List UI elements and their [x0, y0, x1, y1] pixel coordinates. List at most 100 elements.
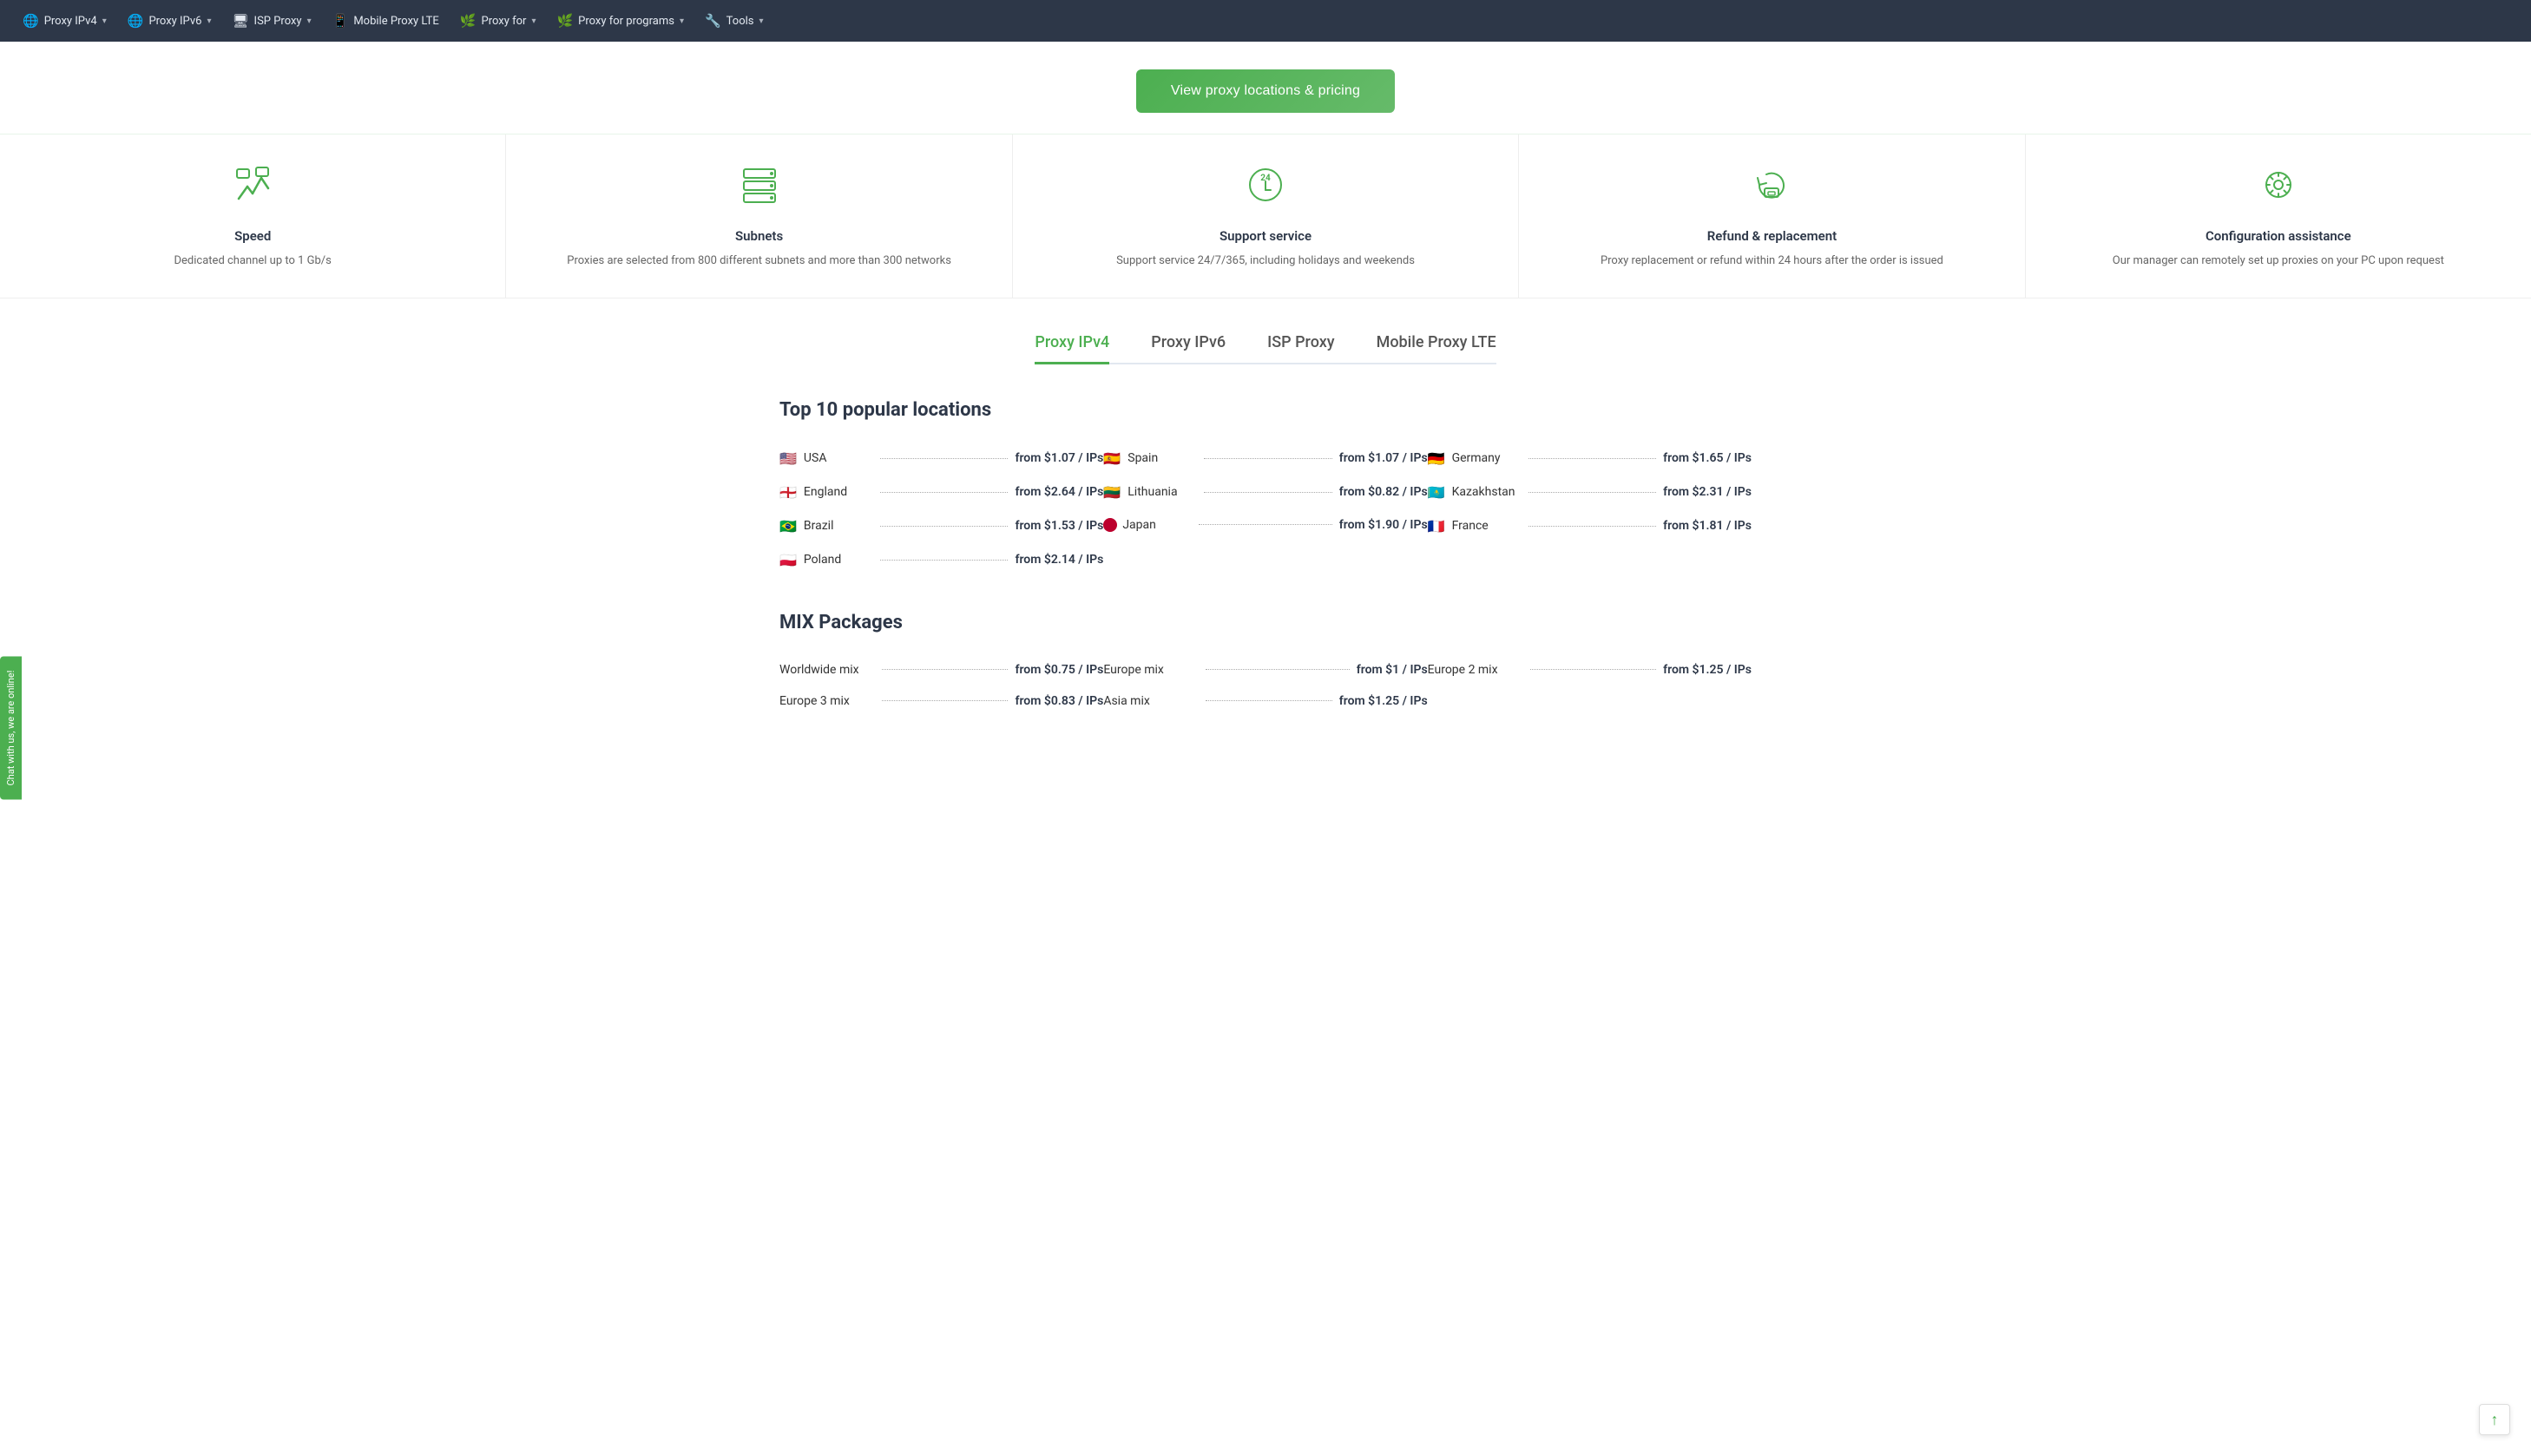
location-name: France	[1452, 519, 1522, 533]
list-item[interactable]: 🇩🇪 Germany from $1.65 / IPs	[1428, 442, 1752, 475]
mix-name: Europe 2 mix	[1428, 663, 1523, 677]
location-dots	[1528, 492, 1657, 493]
locations-col-3: 🇩🇪 Germany from $1.65 / IPs 🇰🇿 Kazakhsta…	[1428, 442, 1752, 577]
location-price: from $1.07 / IPs	[1339, 451, 1428, 465]
main-content: Top 10 popular locations 🇺🇸 USA from $1.…	[745, 399, 1786, 717]
config-icon	[2047, 162, 2510, 218]
list-item[interactable]: 🏴󠁧󠁢󠁥󠁮󠁧󠁿 England from $2.64 / IPs	[779, 475, 1103, 509]
location-name: Kazakhstan	[1452, 485, 1522, 499]
list-item[interactable]: 🇰🇿 Kazakhstan from $2.31 / IPs	[1428, 475, 1752, 509]
feature-refund-desc: Proxy replacement or refund within 24 ho…	[1540, 253, 2003, 270]
locations-col-1: 🇺🇸 USA from $1.07 / IPs 🏴󠁧󠁢󠁥󠁮󠁧󠁿 England …	[779, 442, 1103, 577]
flag-germany: 🇩🇪	[1428, 450, 1445, 467]
feature-support: 24 Support service Support service 24/7/…	[1013, 134, 1519, 298]
feature-speed-desc: Dedicated channel up to 1 Gb/s	[21, 253, 484, 270]
nav-isp-proxy[interactable]: 🖥 ISP Proxy ▾	[224, 8, 320, 34]
proxy-tabs: Proxy IPv4 Proxy IPv6 ISP Proxy Mobile P…	[1035, 333, 1496, 364]
location-name: USA	[804, 451, 873, 465]
feature-support-desc: Support service 24/7/365, including holi…	[1034, 253, 1497, 270]
flag-kazakhstan: 🇰🇿	[1428, 484, 1445, 501]
list-item[interactable]: 🇵🇱 Poland from $2.14 / IPs	[779, 543, 1103, 577]
tab-ipv6[interactable]: Proxy IPv6	[1151, 333, 1226, 364]
nav-mobile-proxy[interactable]: 📱 Mobile Proxy LTE	[324, 8, 448, 34]
tab-isp[interactable]: ISP Proxy	[1267, 333, 1334, 364]
location-dots	[1204, 492, 1332, 493]
refund-icon	[1540, 162, 2003, 218]
location-dots	[880, 492, 1009, 493]
feature-refund: Refund & replacement Proxy replacement o…	[1519, 134, 2025, 298]
tab-ipv4[interactable]: Proxy IPv4	[1035, 333, 1109, 364]
flag-brazil: 🇧🇷	[779, 518, 797, 535]
scroll-top-icon: ↑	[2491, 1411, 2499, 1429]
location-price: from $1.90 / IPs	[1339, 518, 1428, 532]
nav-proxy-for[interactable]: 🌿 Proxy for ▾	[451, 8, 545, 34]
nav-proxy-for-label: Proxy for	[482, 15, 527, 28]
chevron-down-icon: ▾	[680, 16, 684, 26]
nav-proxy-ipv4[interactable]: 🌐 Proxy IPv4 ▾	[14, 8, 115, 34]
list-item[interactable]: 🇱🇹 Lithuania from $0.82 / IPs	[1103, 475, 1427, 509]
mix-name: Europe mix	[1103, 663, 1199, 677]
location-name: Spain	[1127, 451, 1197, 465]
mix-dots	[1206, 669, 1349, 670]
mix-price: from $1.25 / IPs	[1339, 694, 1428, 708]
location-price: from $2.31 / IPs	[1663, 485, 1752, 499]
nav-proxy-ipv6-label: Proxy IPv6	[148, 15, 201, 28]
location-name: Japan	[1122, 518, 1192, 532]
proxy-for-icon: 🌿	[460, 13, 477, 29]
location-dots	[880, 560, 1009, 561]
nav-proxy-for-programs-label: Proxy for programs	[578, 15, 674, 28]
flag-japan	[1103, 518, 1117, 532]
chevron-down-icon: ▾	[307, 16, 312, 26]
list-item[interactable]: Europe mix from $1 / IPs	[1103, 654, 1427, 685]
list-item[interactable]: 🇪🇸 Spain from $1.07 / IPs	[1103, 442, 1427, 475]
nav-tools[interactable]: 🔧 Tools ▾	[696, 8, 772, 34]
mix-col-1: Worldwide mix from $0.75 / IPs Europe 3 …	[779, 654, 1103, 717]
scroll-top-button[interactable]: ↑	[2479, 1404, 2510, 1435]
feature-config-desc: Our manager can remotely set up proxies …	[2047, 253, 2510, 270]
view-locations-button[interactable]: View proxy locations & pricing	[1136, 69, 1395, 113]
location-price: from $2.64 / IPs	[1015, 485, 1103, 499]
list-item[interactable]: 🇫🇷 France from $1.81 / IPs	[1428, 509, 1752, 543]
mix-price: from $1.25 / IPs	[1663, 663, 1752, 677]
list-item[interactable]: Worldwide mix from $0.75 / IPs	[779, 654, 1103, 685]
hero-section: View proxy locations & pricing	[0, 42, 2531, 134]
mix-dots	[1206, 700, 1331, 701]
flag-england: 🏴󠁧󠁢󠁥󠁮󠁧󠁿	[779, 484, 797, 501]
mix-name: Worldwide mix	[779, 663, 875, 677]
location-price: from $1.53 / IPs	[1015, 519, 1103, 533]
chat-widget[interactable]: Chat with us, we are online!	[0, 657, 22, 800]
mix-price: from $1 / IPs	[1357, 663, 1428, 677]
tab-mobile[interactable]: Mobile Proxy LTE	[1377, 333, 1496, 364]
list-item[interactable]: 🇧🇷 Brazil from $1.53 / IPs	[779, 509, 1103, 543]
support-icon: 24	[1034, 162, 1497, 218]
mix-col-3: Europe 2 mix from $1.25 / IPs	[1428, 654, 1752, 717]
list-item[interactable]: Asia mix from $1.25 / IPs	[1103, 685, 1427, 717]
location-price: from $1.65 / IPs	[1663, 451, 1752, 465]
flag-usa: 🇺🇸	[779, 450, 797, 467]
location-dots	[1199, 524, 1331, 525]
chat-label: Chat with us, we are online!	[5, 671, 16, 786]
list-item[interactable]: Japan from $1.90 / IPs	[1103, 509, 1427, 541]
isp-proxy-icon: 🖥	[233, 13, 249, 29]
features-section: Speed Dedicated channel up to 1 Gb/s Sub…	[0, 134, 2531, 298]
list-item[interactable]: Europe 2 mix from $1.25 / IPs	[1428, 654, 1752, 685]
location-price: from $2.14 / IPs	[1015, 553, 1103, 567]
list-item[interactable]: Europe 3 mix from $0.83 / IPs	[779, 685, 1103, 717]
mix-dots	[882, 669, 1008, 670]
chevron-down-icon: ▾	[207, 16, 211, 26]
flag-spain: 🇪🇸	[1103, 450, 1121, 467]
mix-dots	[882, 700, 1008, 701]
feature-refund-title: Refund & replacement	[1540, 228, 2003, 244]
list-item[interactable]: 🇺🇸 USA from $1.07 / IPs	[779, 442, 1103, 475]
chevron-down-icon: ▾	[531, 16, 536, 26]
location-name: Poland	[804, 553, 873, 567]
nav-proxy-for-programs[interactable]: 🌿 Proxy for programs ▾	[548, 8, 693, 34]
location-name: Germany	[1452, 451, 1522, 465]
mix-price: from $0.75 / IPs	[1015, 663, 1103, 677]
flag-france: 🇫🇷	[1428, 518, 1445, 535]
nav-proxy-ipv6[interactable]: 🌐 Proxy IPv6 ▾	[119, 8, 220, 34]
mix-col-2: Europe mix from $1 / IPs Asia mix from $…	[1103, 654, 1427, 717]
feature-support-title: Support service	[1034, 228, 1497, 244]
chevron-down-icon: ▾	[759, 16, 763, 26]
nav-tools-label: Tools	[726, 15, 754, 28]
